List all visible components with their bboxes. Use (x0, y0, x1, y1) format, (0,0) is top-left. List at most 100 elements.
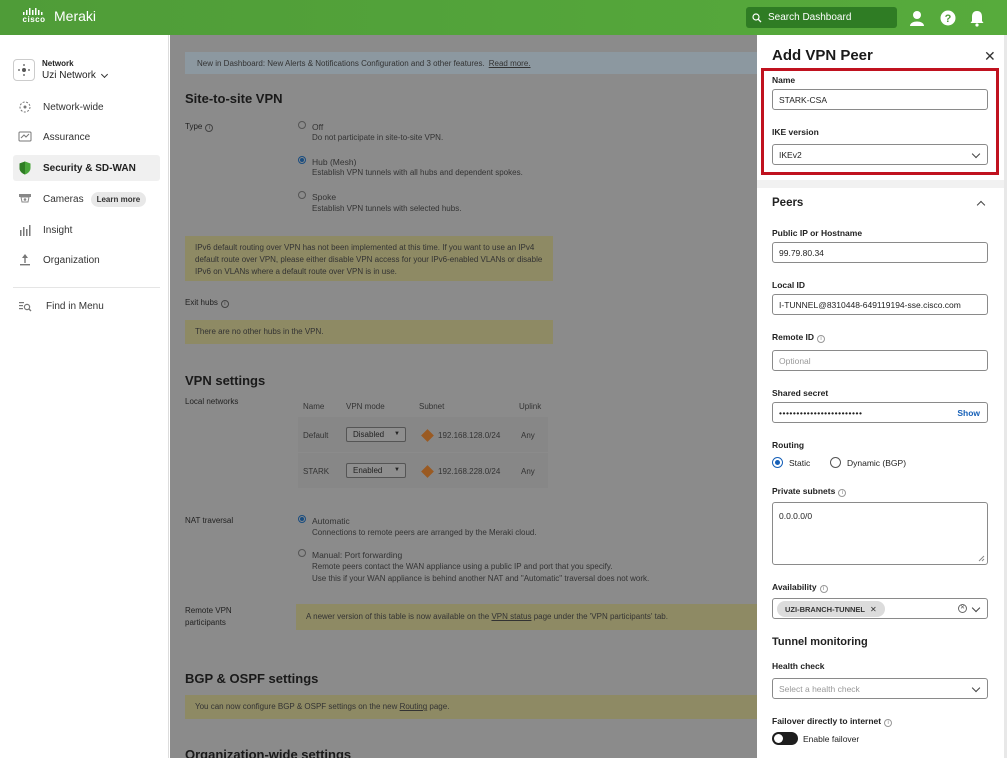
info-icon: i (205, 124, 214, 132)
sidebar-divider (13, 287, 160, 288)
sidebar-item-security-sd-wan[interactable]: Security & SD-WAN (13, 155, 160, 181)
remote-id-field[interactable]: Optional (772, 350, 988, 371)
panel-title: Add VPN Peer (772, 47, 873, 64)
nat-manual-desc-2: Use this if your WAN appliance is behind… (312, 574, 650, 583)
bar-chart-icon (17, 222, 33, 238)
shield-icon (17, 160, 33, 176)
resize-handle-icon[interactable] (978, 555, 985, 562)
learn-more-badge[interactable]: Learn more (90, 191, 147, 207)
routing-static-radio[interactable] (772, 457, 783, 468)
type-spoke-radio[interactable] (298, 191, 306, 199)
network-name: Uzi Network (42, 70, 96, 81)
info-icon: i (817, 335, 826, 343)
main-content-dimmed: New in Dashboard: New Alerts & Notificat… (170, 35, 757, 758)
health-check-select[interactable]: Select a health check (772, 678, 988, 699)
chevron-down-icon (971, 683, 981, 693)
health-check-placeholder: Select a health check (779, 683, 860, 694)
find-in-menu-button[interactable]: Find in Menu (13, 293, 160, 319)
availability-label: Availability i (772, 582, 828, 593)
routing-label: Routing (772, 440, 805, 450)
type-hub-label: Hub (Mesh) (312, 157, 357, 167)
banner-read-more-link[interactable]: Read more. (489, 59, 531, 68)
sidebar: Network Uzi Network Network-wide Assuran… (1, 35, 169, 758)
bgp-ospf-title: BGP & OSPF settings (185, 671, 319, 686)
camera-icon (17, 191, 33, 207)
public-ip-label: Public IP or Hostname (772, 228, 863, 238)
nat-manual-label: Manual: Port forwarding (312, 550, 403, 560)
availability-tag[interactable]: UZI-BRANCH-TUNNEL ✕ (777, 601, 885, 617)
type-off-radio[interactable] (298, 121, 306, 129)
close-icon[interactable]: ✕ (984, 48, 996, 65)
network-selector[interactable]: Uzi Network (42, 70, 108, 81)
meraki-logo[interactable]: cisco Meraki (22, 8, 96, 24)
organization-icon (17, 252, 33, 268)
private-subnets-textarea[interactable]: 0.0.0.0/0 (772, 502, 988, 565)
type-off-desc: Do not participate in site-to-site VPN. (312, 133, 444, 142)
sidebar-item-insight[interactable]: Insight (13, 217, 160, 243)
vpn-mode-value: Enabled (353, 466, 383, 475)
sidebar-item-network-wide[interactable]: Network-wide (13, 94, 160, 120)
enable-failover-toggle[interactable] (772, 732, 798, 745)
app-window: cisco Meraki Search Dashboard ? Network … (0, 0, 1007, 758)
shared-secret-field[interactable]: •••••••••••••••••••••••• Show (772, 402, 988, 423)
sidebar-item-label: Insight (43, 224, 73, 236)
enable-failover-label: Enable failover (803, 734, 860, 744)
bgp-note: You can now configure BGP & OSPF setting… (185, 695, 757, 719)
banner-text: New in Dashboard: New Alerts & Notificat… (197, 58, 485, 68)
shared-secret-value: •••••••••••••••••••••••• (779, 407, 863, 418)
nat-automatic-radio[interactable] (298, 515, 306, 523)
peers-title: Peers (772, 197, 804, 209)
row-name: Default (303, 431, 329, 440)
sidebar-item-label: Organization (43, 254, 100, 266)
user-icon[interactable] (908, 9, 926, 27)
site-to-site-vpn-page: New in Dashboard: New Alerts & Notificat… (170, 35, 757, 758)
sidebar-item-assurance[interactable]: Assurance (13, 124, 160, 150)
vpn-settings-title: VPN settings (185, 373, 266, 388)
col-header-uplink: Uplink (519, 402, 542, 411)
routing-link[interactable]: Routing (400, 702, 428, 711)
vpn-status-link[interactable]: VPN status (491, 612, 531, 621)
network-wide-icon (17, 99, 33, 115)
type-off-label: Off (312, 122, 324, 132)
assurance-icon (17, 129, 33, 145)
remove-tag-icon[interactable]: ✕ (870, 605, 877, 614)
row-uplink: Any (521, 467, 535, 476)
ipv6-warning: IPv6 default routing over VPN has not be… (185, 236, 553, 281)
nat-manual-radio[interactable] (298, 549, 306, 557)
exit-hubs-note: There are no other hubs in the VPN. (185, 320, 553, 344)
network-switcher-icon[interactable] (13, 59, 35, 81)
search-placeholder: Search Dashboard (768, 12, 852, 23)
search-dashboard-input[interactable]: Search Dashboard (746, 7, 897, 28)
sidebar-item-organization[interactable]: Organization (13, 247, 160, 273)
vpn-mode-select[interactable]: Disabled ▼ (346, 427, 406, 442)
routing-dynamic-radio[interactable] (830, 457, 841, 468)
info-icon: i (220, 300, 229, 308)
col-header-vpn-mode: VPN mode (346, 402, 385, 411)
clear-selection-icon[interactable]: ✕ (958, 604, 967, 613)
info-icon: i (819, 585, 828, 593)
row-uplink: Any (521, 431, 535, 440)
chevron-up-icon[interactable] (976, 200, 986, 210)
meraki-wordmark: Meraki (54, 8, 97, 24)
local-id-field[interactable]: I-TUNNEL@8310448-649119194-sse.cisco.com (772, 294, 988, 315)
caret-down-icon: ▼ (394, 431, 400, 437)
top-bar: cisco Meraki Search Dashboard ? (0, 0, 1007, 35)
notifications-bell-icon[interactable] (968, 9, 986, 27)
routing-static-label: Static (789, 458, 811, 468)
show-secret-button[interactable]: Show (957, 408, 980, 418)
remote-vpn-label: Remote VPN (185, 606, 232, 615)
help-icon[interactable]: ? (939, 9, 957, 27)
nat-automatic-desc: Connections to remote peers are arranged… (312, 528, 537, 537)
find-in-menu-label: Find in Menu (46, 300, 104, 312)
private-subnets-value: 0.0.0.0/0 (779, 511, 813, 521)
public-ip-field[interactable]: 99.79.80.34 (772, 242, 988, 263)
sidebar-item-label: Cameras (43, 193, 84, 205)
whats-new-banner: New in Dashboard: New Alerts & Notificat… (185, 52, 757, 74)
network-label: Network (42, 59, 74, 68)
sidebar-item-cameras[interactable]: Cameras Learn more (13, 186, 160, 212)
search-icon (752, 12, 762, 22)
vpn-mode-select[interactable]: Enabled ▼ (346, 463, 406, 478)
type-hub-radio[interactable] (298, 156, 306, 164)
row-subnet: 192.168.228.0/24 (438, 467, 501, 476)
row-name: STARK (303, 467, 330, 476)
